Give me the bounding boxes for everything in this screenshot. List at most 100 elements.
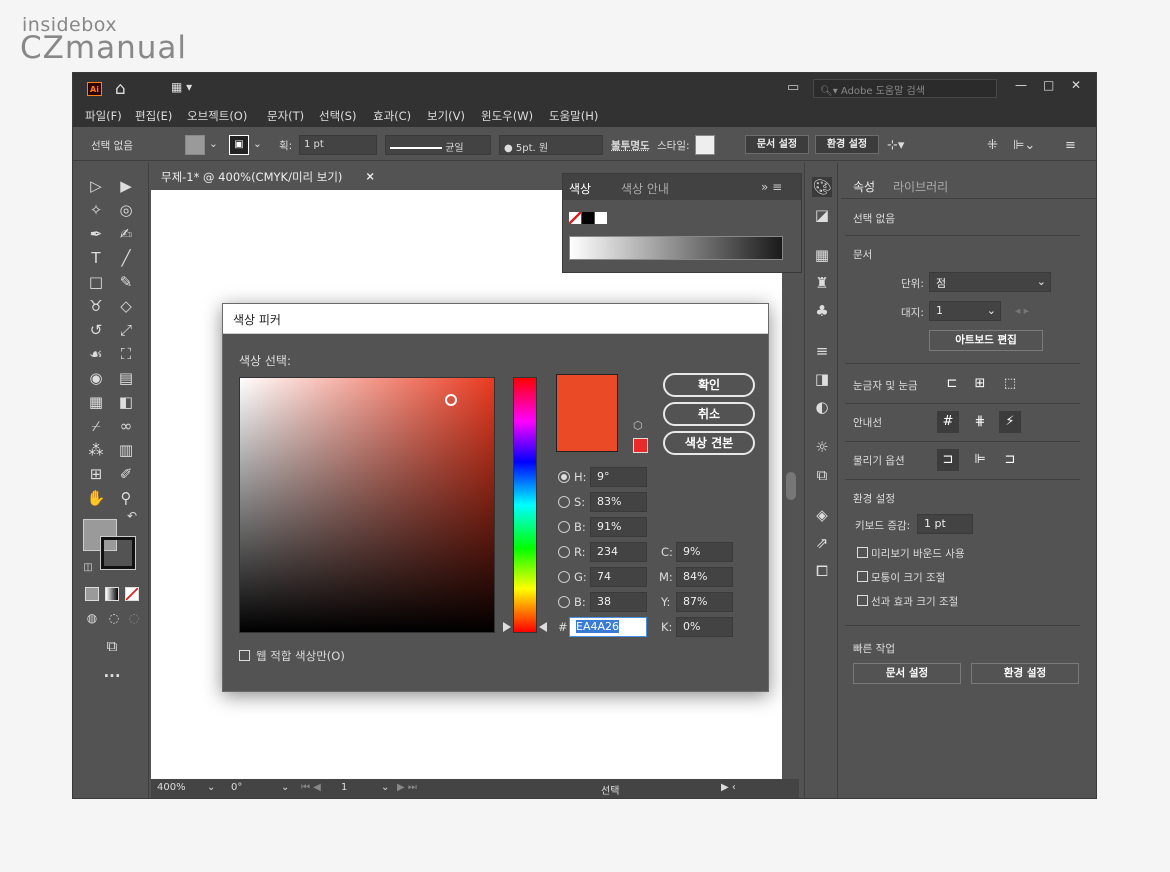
artboard-number[interactable]: 1 — [341, 782, 347, 793]
stroke-panel-icon[interactable]: ≡ — [812, 341, 832, 361]
green-radio[interactable] — [558, 571, 570, 583]
artboards-panel-icon[interactable]: ⧠ — [812, 561, 832, 581]
preferences-button[interactable]: 환경 설정 — [815, 135, 879, 154]
ok-button[interactable]: 확인 — [663, 373, 755, 397]
swap-colors-icon[interactable]: ↶ — [121, 505, 143, 527]
cyan-input[interactable]: 9% — [676, 542, 733, 562]
perspective-grid-icon[interactable]: ▤ — [115, 367, 137, 389]
brush-tool-icon[interactable]: ✎ — [115, 271, 137, 293]
snap-pixel-icon[interactable]: ⊐ — [999, 449, 1021, 471]
units-select[interactable]: 점 ⌄ — [929, 272, 1051, 292]
appearance-panel-icon[interactable]: ☼ — [812, 437, 832, 457]
status-menu-icon[interactable]: ▶ ‹ — [721, 782, 736, 793]
blue-radio[interactable] — [558, 596, 570, 608]
panel-menu-icon[interactable]: » ≡ — [761, 180, 782, 194]
menu-select[interactable]: 선택(S) — [319, 108, 356, 124]
minimize-icon[interactable]: — — [1015, 78, 1027, 92]
artboard-nav-icon[interactable]: ◂ ▸ — [1015, 305, 1029, 317]
color-mode-icon[interactable] — [85, 587, 99, 601]
color-swatches-button[interactable]: 색상 견본 — [663, 431, 755, 455]
transparency-grid-icon[interactable]: ⬚ — [999, 373, 1021, 395]
cancel-button[interactable]: 취소 — [663, 402, 755, 426]
hue-input[interactable]: 9° — [590, 467, 647, 487]
snap-point-icon[interactable]: ⊐ — [937, 449, 959, 471]
saturation-input[interactable]: 83% — [590, 492, 647, 512]
panel-toggle-icon[interactable]: ▭ — [787, 80, 799, 95]
more-tools-icon[interactable]: ··· — [101, 665, 123, 687]
guides-show-icon[interactable]: # — [937, 411, 959, 433]
blend-tool-icon[interactable]: ∞ — [115, 415, 137, 437]
lasso-icon[interactable]: ◎ — [115, 199, 137, 221]
brush-select[interactable]: ● 5pt. 원 — [499, 135, 603, 155]
prev-artboard-icon[interactable]: ⏮ ◀ — [301, 782, 321, 793]
keyboard-increment-input[interactable]: 1 pt — [917, 514, 973, 534]
gradient-tool-icon[interactable]: ◧ — [115, 391, 137, 413]
hue-slider-left-arrow[interactable] — [503, 622, 511, 632]
red-input[interactable]: 234 — [590, 542, 647, 562]
chevron-down-icon[interactable]: ⌄ — [253, 138, 262, 150]
arrange-icon[interactable]: ⊹▾ — [887, 138, 904, 153]
layers-panel-icon[interactable]: ◈ — [812, 505, 832, 525]
rectangle-tool-icon[interactable]: □ — [85, 271, 107, 293]
selection-tool-icon[interactable]: ▷ — [85, 175, 107, 197]
quick-preferences-button[interactable]: 환경 설정 — [971, 663, 1079, 684]
scale-strokes-checkbox[interactable] — [857, 595, 868, 606]
direct-selection-tool-icon[interactable]: ▶ — [115, 175, 137, 197]
align-icon[interactable]: ⁜ — [987, 138, 998, 153]
opacity-label[interactable]: 불투명도 — [611, 138, 650, 153]
guides-lock-icon[interactable]: ⋕ — [969, 411, 991, 433]
maximize-icon[interactable]: □ — [1043, 78, 1054, 92]
tab-libraries[interactable]: 라이브러리 — [893, 178, 948, 195]
stroke-profile-select[interactable]: 균일 — [385, 135, 491, 155]
chevron-down-icon[interactable]: ⌄ — [209, 138, 218, 150]
document-setup-button[interactable]: 문서 설정 — [745, 135, 809, 154]
stroke-weight-input[interactable]: 1 pt — [299, 135, 377, 155]
yellow-input[interactable]: 87% — [676, 592, 733, 612]
eraser-tool-icon[interactable]: ◇ — [115, 295, 137, 317]
export-panel-icon[interactable]: ⇗ — [812, 533, 832, 553]
menu-object[interactable]: 오브젝트(O) — [187, 108, 247, 124]
brushes-panel-icon[interactable]: ♜ — [812, 273, 832, 293]
saturation-radio[interactable] — [558, 496, 570, 508]
hue-slider-right-arrow[interactable] — [539, 622, 547, 632]
snap-grid-icon[interactable]: ⊫ — [969, 449, 991, 471]
saturation-brightness-field[interactable] — [239, 377, 495, 633]
draw-behind-icon[interactable]: ◌ — [103, 607, 125, 629]
smart-guides-icon[interactable]: ⚡ — [999, 411, 1021, 433]
chevron-down-icon[interactable]: ⌄ — [281, 782, 289, 793]
scale-corners-checkbox[interactable] — [857, 571, 868, 582]
zoom-level[interactable]: 400% — [157, 782, 186, 793]
curvature-tool-icon[interactable]: ✍ — [115, 223, 137, 245]
brightness-radio[interactable] — [558, 521, 570, 533]
fill-swatch[interactable] — [185, 135, 205, 155]
web-colors-checkbox[interactable] — [239, 650, 250, 661]
green-input[interactable]: 74 — [590, 567, 647, 587]
free-transform-icon[interactable]: ⛶ — [115, 343, 137, 365]
pen-tool-icon[interactable]: ✒ — [85, 223, 107, 245]
gradient-mode-icon[interactable] — [105, 587, 119, 601]
stroke-color-box[interactable] — [100, 536, 136, 570]
default-colors-icon[interactable]: ◫ — [77, 557, 99, 579]
help-search-input[interactable]: 🔍︎▾ Adobe 도움말 검색 — [813, 79, 997, 98]
eyedropper-icon[interactable]: ⌿ — [85, 415, 107, 437]
draw-inside-icon[interactable]: ◌ — [123, 607, 145, 629]
grid-icon[interactable]: ⊞ — [969, 373, 991, 395]
out-of-gamut-icon[interactable]: ⬡ — [633, 419, 643, 432]
none-color-chip[interactable] — [569, 212, 581, 224]
shape-builder-icon[interactable]: ◉ — [85, 367, 107, 389]
properties-panel-icon[interactable]: 🎨︎ — [812, 177, 832, 197]
quick-document-setup-button[interactable]: 문서 설정 — [853, 663, 961, 684]
menu-effect[interactable]: 효과(C) — [373, 108, 411, 124]
artboard-select[interactable]: 1 ⌄ — [929, 301, 1001, 321]
none-mode-icon[interactable] — [125, 587, 139, 601]
brightness-input[interactable]: 91% — [590, 517, 647, 537]
line-tool-icon[interactable]: ╱ — [115, 247, 137, 269]
ruler-icon[interactable]: ⊏ — [941, 373, 963, 395]
rotate-angle[interactable]: 0° — [231, 782, 242, 793]
red-radio[interactable] — [558, 546, 570, 558]
tab-color-guide[interactable]: 색상 안내 — [621, 180, 669, 197]
black-color-chip[interactable] — [582, 212, 594, 224]
artboard-tool-icon[interactable]: ⊞ — [85, 463, 107, 485]
gradient-swatch-icon[interactable]: ◨ — [812, 369, 832, 389]
hue-radio[interactable] — [558, 471, 570, 483]
